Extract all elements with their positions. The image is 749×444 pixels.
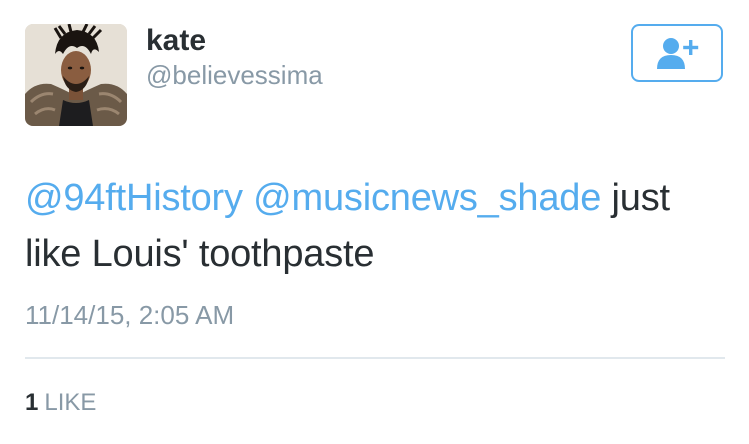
tweet-text-segment: just [611, 177, 671, 219]
user-handle[interactable]: @believessima [146, 60, 323, 90]
follow-button[interactable] [631, 24, 723, 82]
tweet-text-line-2: like Louis' toothpaste [25, 233, 375, 275]
divider [25, 357, 725, 359]
likes-count: 1 [25, 389, 39, 416]
mention-link-94fthistory[interactable]: @94ftHistory [25, 177, 243, 219]
avatar[interactable] [25, 24, 127, 126]
likes-label: LIKE [44, 389, 97, 416]
tweet-timestamp: 11/14/15, 2:05 AM [25, 300, 235, 330]
add-user-icon [657, 38, 699, 69]
user-name[interactable]: kate [146, 24, 206, 58]
tweet-text: @94ftHistory @musicnews_shade just like … [25, 170, 725, 282]
tweet-card: kate @believessima @94ftHistory @musicne… [0, 0, 749, 444]
avatar-image [25, 24, 127, 126]
mention-link-musicnews-shade[interactable]: @musicnews_shade [253, 177, 601, 219]
likes-stat[interactable]: 1 LIKE [25, 389, 96, 417]
